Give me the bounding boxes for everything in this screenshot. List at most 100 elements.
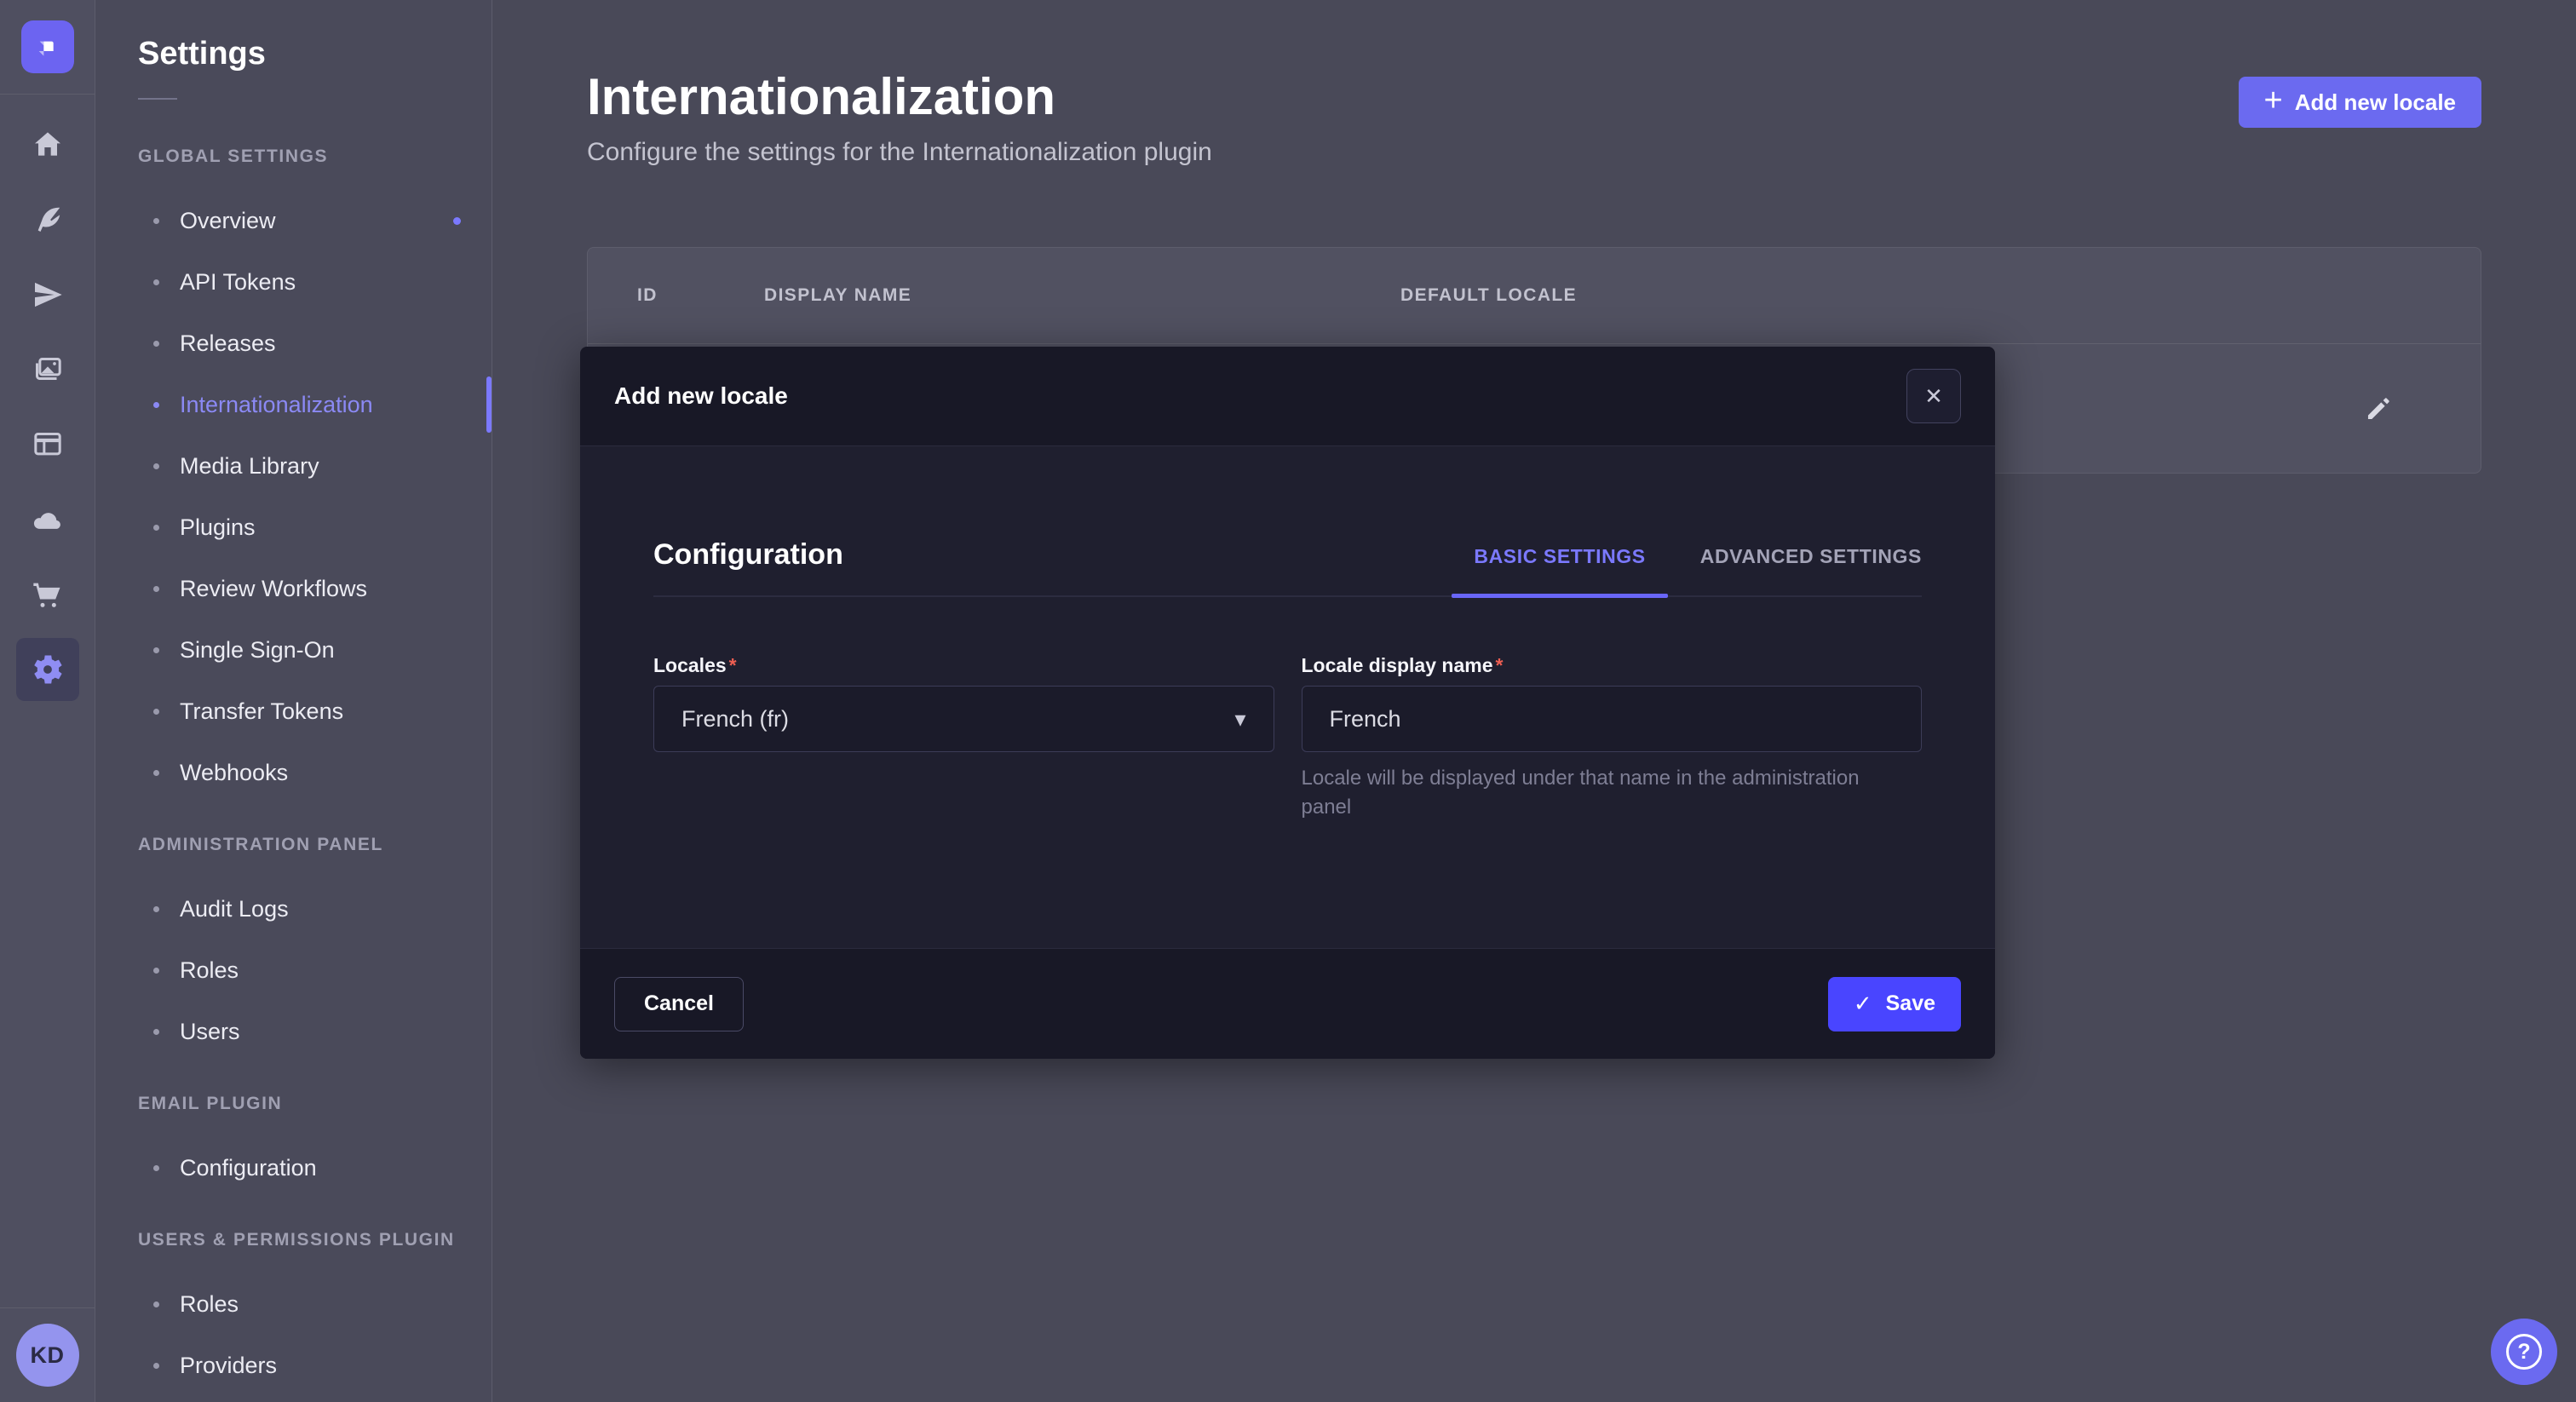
table-header-row: ID DISPLAY NAME DEFAULT LOCALE bbox=[588, 248, 2481, 344]
bullet-icon bbox=[153, 1363, 159, 1369]
home-icon[interactable] bbox=[30, 127, 66, 163]
bullet-icon bbox=[153, 906, 159, 912]
question-circle-icon: ? bbox=[2506, 1334, 2542, 1370]
sidebar-item-transfer-tokens[interactable]: Transfer Tokens bbox=[95, 681, 492, 742]
releases-paper-plane-icon[interactable] bbox=[30, 277, 66, 313]
sidebar-item-media-library[interactable]: Media Library bbox=[95, 435, 492, 497]
sidebar-item-label: Releases bbox=[180, 330, 276, 357]
locales-select[interactable]: French (fr) ▾ bbox=[653, 686, 1274, 752]
close-icon: ✕ bbox=[1924, 385, 1943, 407]
sidebar-item-label: Configuration bbox=[180, 1155, 317, 1181]
sidebar-item-label: Single Sign-On bbox=[180, 637, 335, 664]
save-button[interactable]: ✓ Save bbox=[1828, 977, 1961, 1031]
edit-locale-button[interactable] bbox=[2358, 388, 2399, 429]
purchase-cart-icon[interactable] bbox=[30, 577, 66, 612]
bullet-icon bbox=[153, 279, 159, 285]
content-manager-layout-icon[interactable] bbox=[30, 427, 66, 463]
section-label: USERS & PERMISSIONS PLUGIN bbox=[138, 1229, 492, 1251]
settings-tabs: BASIC SETTINGS ADVANCED SETTINGS bbox=[1474, 545, 1922, 572]
section-label: ADMINISTRATION PANEL bbox=[138, 834, 492, 856]
modal-body: Configuration BASIC SETTINGS ADVANCED SE… bbox=[580, 446, 1995, 948]
bullet-icon bbox=[153, 1165, 159, 1171]
content-type-builder-feather-icon[interactable] bbox=[30, 202, 66, 238]
plus-icon: + bbox=[2264, 84, 2283, 117]
bullet-icon bbox=[153, 341, 159, 347]
sidebar-item-overview[interactable]: Overview bbox=[95, 190, 492, 251]
strapi-logo[interactable] bbox=[21, 20, 74, 73]
check-icon: ✓ bbox=[1854, 991, 1872, 1017]
page-header: Internationalization Configure the setti… bbox=[587, 70, 2481, 169]
display-name-hint: Locale will be displayed under that name… bbox=[1302, 764, 1864, 822]
section-global-settings: GLOBAL SETTINGS Overview API Tokens Rele… bbox=[95, 146, 492, 803]
required-asterisk: * bbox=[729, 654, 737, 676]
sidebar-item-single-sign-on[interactable]: Single Sign-On bbox=[95, 619, 492, 681]
bullet-icon bbox=[153, 1029, 159, 1035]
notification-dot bbox=[453, 217, 461, 225]
sidebar-item-up-roles[interactable]: Roles bbox=[95, 1273, 492, 1335]
section-users-permissions-plugin: USERS & PERMISSIONS PLUGIN Roles Provide… bbox=[95, 1229, 492, 1396]
sidebar-item-internationalization[interactable]: Internationalization bbox=[95, 374, 492, 435]
sidebar-item-plugins[interactable]: Plugins bbox=[95, 497, 492, 558]
sidebar-item-releases[interactable]: Releases bbox=[95, 313, 492, 374]
tab-advanced-settings[interactable]: ADVANCED SETTINGS bbox=[1700, 545, 1922, 572]
configuration-row: Configuration BASIC SETTINGS ADVANCED SE… bbox=[653, 538, 1922, 572]
display-name-field: Locale display name* Locale will be disp… bbox=[1302, 653, 1923, 822]
sidebar-title: Settings bbox=[138, 36, 492, 72]
bullet-icon bbox=[153, 968, 159, 974]
settings-gear-active[interactable] bbox=[16, 638, 79, 701]
column-header-default-locale: DEFAULT LOCALE bbox=[1400, 285, 2481, 306]
locales-select-value: French (fr) bbox=[681, 706, 789, 733]
modal-header: Add new locale ✕ bbox=[580, 347, 1995, 446]
add-new-locale-label: Add new locale bbox=[2295, 89, 2456, 116]
cancel-button[interactable]: Cancel bbox=[614, 977, 744, 1031]
sidebar-item-label: API Tokens bbox=[180, 269, 296, 296]
display-name-label: Locale display name bbox=[1302, 654, 1493, 676]
rail-nav bbox=[16, 95, 79, 1307]
display-name-input[interactable] bbox=[1302, 686, 1923, 752]
gear-icon bbox=[30, 652, 66, 687]
settings-sidebar: Settings GLOBAL SETTINGS Overview API To… bbox=[95, 0, 492, 1402]
sidebar-item-label: Users bbox=[180, 1019, 240, 1045]
modal-title: Add new locale bbox=[614, 382, 788, 410]
sidebar-item-providers[interactable]: Providers bbox=[95, 1335, 492, 1396]
add-new-locale-button[interactable]: + Add new locale bbox=[2239, 77, 2481, 128]
modal-fields: Locales* French (fr) ▾ Locale display na… bbox=[653, 653, 1922, 822]
pencil-icon bbox=[2364, 394, 2393, 423]
required-asterisk: * bbox=[1495, 654, 1503, 676]
sidebar-item-users[interactable]: Users bbox=[95, 1001, 492, 1062]
avatar[interactable]: KD bbox=[16, 1324, 79, 1387]
media-library-images-icon[interactable] bbox=[30, 352, 66, 388]
close-modal-button[interactable]: ✕ bbox=[1906, 369, 1961, 423]
help-button[interactable]: ? bbox=[2491, 1319, 2557, 1385]
icon-rail: KD bbox=[0, 0, 95, 1402]
column-header-id: ID bbox=[588, 285, 764, 306]
bullet-icon bbox=[153, 709, 159, 715]
deploy-cloud-icon[interactable] bbox=[30, 502, 66, 537]
sidebar-item-label: Media Library bbox=[180, 453, 319, 480]
tabs-divider bbox=[653, 595, 1922, 597]
section-label: EMAIL PLUGIN bbox=[138, 1093, 492, 1115]
sidebar-item-label: Internationalization bbox=[180, 392, 373, 418]
strapi-logo-icon bbox=[31, 30, 65, 64]
tab-basic-settings[interactable]: BASIC SETTINGS bbox=[1474, 545, 1645, 572]
sidebar-item-email-configuration[interactable]: Configuration bbox=[95, 1137, 492, 1198]
bullet-icon bbox=[153, 770, 159, 776]
sidebar-item-webhooks[interactable]: Webhooks bbox=[95, 742, 492, 803]
section-email-plugin: EMAIL PLUGIN Configuration bbox=[95, 1093, 492, 1198]
rail-user-section: KD bbox=[0, 1307, 95, 1402]
sidebar-item-label: Audit Logs bbox=[180, 896, 289, 922]
save-label: Save bbox=[1886, 991, 1935, 1016]
sidebar-item-admin-roles[interactable]: Roles bbox=[95, 939, 492, 1001]
add-locale-modal: Add new locale ✕ Configuration BASIC SET… bbox=[580, 347, 1995, 1059]
bullet-icon bbox=[153, 647, 159, 653]
sidebar-item-api-tokens[interactable]: API Tokens bbox=[95, 251, 492, 313]
page-title: Internationalization bbox=[587, 70, 1212, 124]
configuration-heading: Configuration bbox=[653, 538, 843, 572]
sidebar-item-audit-logs[interactable]: Audit Logs bbox=[95, 878, 492, 939]
section-label: GLOBAL SETTINGS bbox=[138, 146, 492, 168]
sidebar-item-review-workflows[interactable]: Review Workflows bbox=[95, 558, 492, 619]
bullet-icon bbox=[153, 586, 159, 592]
bullet-icon bbox=[153, 402, 159, 408]
bullet-icon bbox=[153, 1301, 159, 1307]
sidebar-item-label: Plugins bbox=[180, 514, 256, 541]
